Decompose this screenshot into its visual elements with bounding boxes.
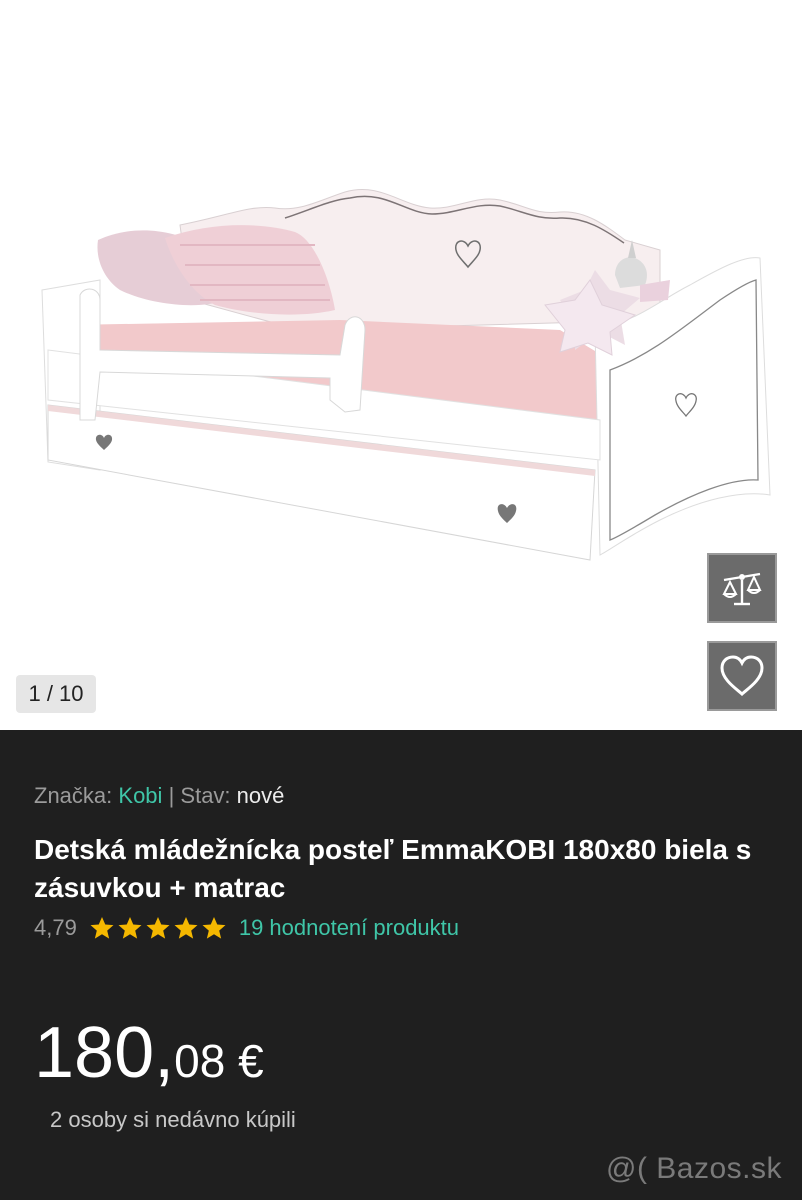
star-icon — [146, 916, 170, 939]
heart-icon — [720, 655, 764, 697]
price-decimal: 08 € — [174, 1035, 264, 1087]
meta-separator: | — [168, 783, 175, 808]
compare-button[interactable] — [707, 553, 777, 623]
watermark: @( Bazos.sk — [606, 1152, 782, 1185]
star-icon — [202, 916, 226, 939]
rating-stars — [89, 915, 227, 941]
condition-label: Stav: — [180, 783, 231, 808]
star-icon — [174, 916, 198, 939]
price-integer: 180, — [34, 1013, 175, 1093]
favorite-button[interactable] — [707, 641, 777, 711]
condition-value: nové — [236, 783, 285, 808]
product-photo — [41, 189, 771, 561]
rating-count-link[interactable]: 19 hodnotení produktu — [239, 915, 459, 941]
rating-value: 4,79 — [34, 915, 77, 940]
product-rating: 4,79 19 hodnotení produktu — [34, 915, 459, 941]
brand-label: Značka: — [34, 783, 113, 808]
recent-buyers-text: 2 osoby si nedávno kúpili — [50, 1107, 296, 1132]
product-price: 180,08 € — [34, 1012, 264, 1094]
star-icon — [118, 916, 142, 939]
star-icon — [90, 916, 114, 939]
scales-icon — [722, 572, 762, 606]
image-counter: 1 / 10 — [16, 675, 96, 713]
product-meta: Značka: Kobi | Stav: nové — [34, 783, 284, 809]
brand-link[interactable]: Kobi — [118, 783, 162, 808]
product-title: Detská mládežnícka posteľ EmmaKOBI 180x8… — [34, 834, 752, 903]
product-image-gallery[interactable]: 1 / 10 — [0, 0, 802, 730]
